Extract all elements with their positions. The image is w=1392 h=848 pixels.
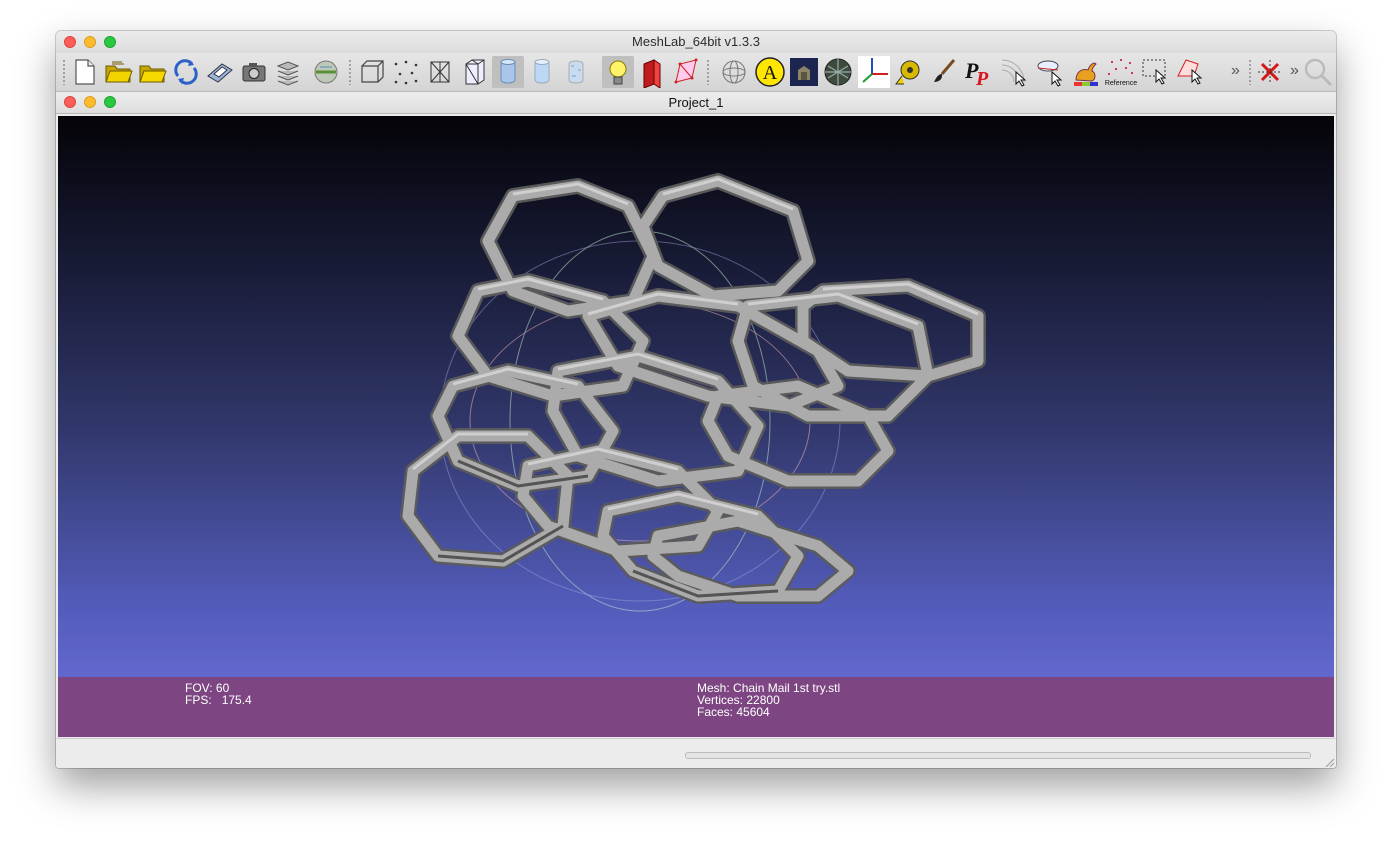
flat-icon[interactable] <box>526 56 558 88</box>
window-titlebar[interactable]: MeshLab_64bit v1.3.3 <box>56 31 1336 53</box>
magnifier-icon[interactable] <box>1302 56 1334 88</box>
svg-text:Reference: Reference <box>1105 80 1137 87</box>
save-icon[interactable] <box>204 56 236 88</box>
3d-viewport[interactable]: FOV: 60 FPS: 175.4 Mesh: Chain Mail 1st … <box>58 116 1334 737</box>
toolbar-grip[interactable] <box>1248 59 1252 85</box>
axes-icon[interactable] <box>858 56 890 88</box>
document-close-button[interactable] <box>64 96 76 108</box>
flat-lines-icon[interactable] <box>492 56 524 88</box>
import-mesh-icon[interactable] <box>136 56 168 88</box>
select-vertices-icon[interactable] <box>1174 56 1206 88</box>
layers-icon[interactable] <box>272 56 304 88</box>
mesh-info: Mesh: Chain Mail 1st try.stl Vertices: 2… <box>697 682 840 718</box>
document-zoom-button[interactable] <box>104 96 116 108</box>
close-button[interactable] <box>64 36 76 48</box>
camera-info: FOV: 60 FPS: 175.4 <box>185 682 252 706</box>
toolbar-overflow-icon[interactable]: » <box>1290 62 1299 80</box>
new-project-icon[interactable] <box>68 56 100 88</box>
app-window: MeshLab_64bit v1.3.3 A P P Reference » »… <box>56 31 1336 768</box>
status-bar <box>56 738 1336 768</box>
fps-readout: FPS: 175.4 <box>185 693 252 707</box>
decorate-label-icon[interactable]: A <box>754 56 786 88</box>
resize-grip-icon[interactable] <box>1324 757 1334 767</box>
wireframe-icon[interactable] <box>424 56 456 88</box>
delete-selection-icon[interactable] <box>1254 56 1286 88</box>
document-minimize-button[interactable] <box>84 96 96 108</box>
align-icon[interactable] <box>1034 56 1066 88</box>
select-faces-rect-icon[interactable] <box>1140 56 1172 88</box>
light-on-off-icon[interactable] <box>602 56 634 88</box>
backface-icon[interactable] <box>636 56 668 88</box>
toolbar-overflow-icon[interactable]: » <box>1231 62 1240 80</box>
texture-icon[interactable] <box>822 56 854 88</box>
document-title: Project_1 <box>668 95 724 110</box>
trackball-icon[interactable] <box>718 56 750 88</box>
reference-icon[interactable]: Reference <box>1104 56 1138 88</box>
toolbar-grip[interactable] <box>62 59 66 85</box>
shader-icon[interactable] <box>788 56 820 88</box>
reload-icon[interactable] <box>170 56 202 88</box>
snapshot-icon[interactable] <box>238 56 270 88</box>
hidden-lines-icon[interactable] <box>458 56 490 88</box>
window-title: MeshLab_64bit v1.3.3 <box>632 34 760 49</box>
progress-bar <box>685 752 1311 759</box>
paint-brush-icon[interactable] <box>928 56 960 88</box>
zoom-button[interactable] <box>104 36 116 48</box>
bunny-color-icon[interactable] <box>1070 56 1102 88</box>
main-toolbar: A PP Reference » » <box>56 53 1336 92</box>
bounding-box-icon[interactable] <box>356 56 388 88</box>
svg-text:P: P <box>975 68 989 88</box>
toolbar-grip[interactable] <box>348 59 352 85</box>
selected-faces-icon[interactable] <box>670 56 702 88</box>
pick-points-icon[interactable] <box>998 56 1030 88</box>
mesh-render <box>400 173 986 612</box>
document-titlebar[interactable]: Project_1 <box>56 92 1336 114</box>
svg-text:A: A <box>763 62 778 84</box>
smooth-icon[interactable] <box>560 56 592 88</box>
minimize-button[interactable] <box>84 36 96 48</box>
point-picker-icon[interactable]: PP <box>964 56 996 88</box>
toolbar-grip[interactable] <box>706 59 710 85</box>
points-icon[interactable] <box>390 56 422 88</box>
open-project-icon[interactable] <box>102 56 134 88</box>
info-overlay: FOV: 60 FPS: 175.4 Mesh: Chain Mail 1st … <box>58 677 1334 737</box>
raster-icon[interactable] <box>310 56 342 88</box>
tape-measure-icon[interactable] <box>892 56 924 88</box>
faces-readout: Faces: 45604 <box>697 705 770 719</box>
